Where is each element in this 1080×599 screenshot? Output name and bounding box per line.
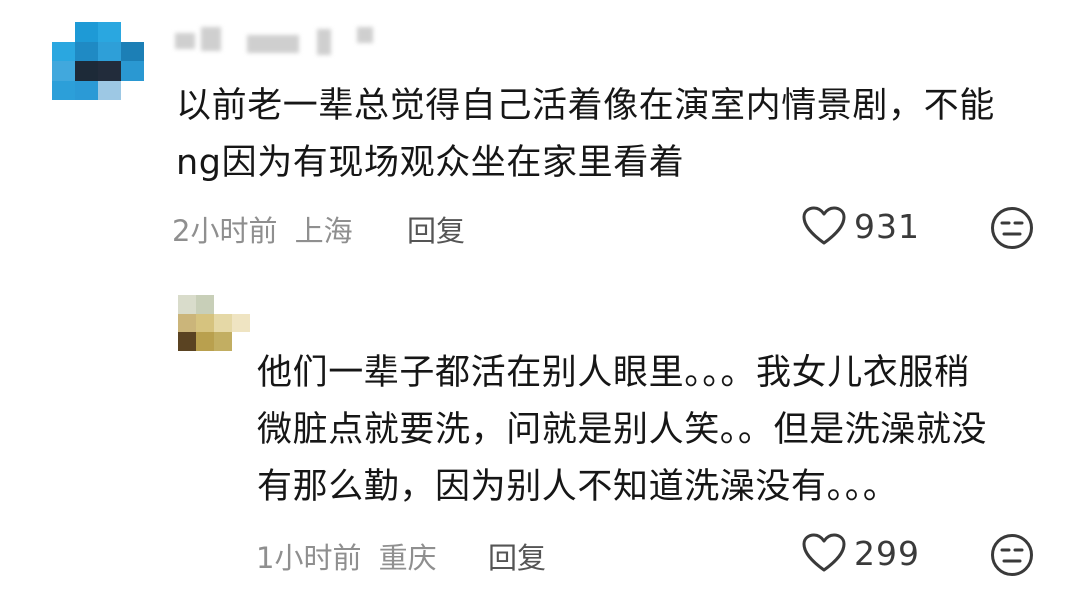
avatar[interactable]: [178, 295, 250, 351]
like-button[interactable]: 931: [802, 206, 920, 246]
dislike-button[interactable]: [990, 533, 1034, 577]
neutral-face-icon: [991, 534, 1033, 576]
comment-text: 他们一辈子都活在别人眼里。。。我女儿衣服稍 微脏点就要洗，问就是别人笑。。但是洗…: [257, 353, 988, 507]
like-count: 931: [854, 206, 920, 246]
neutral-face-icon: [991, 207, 1033, 249]
like-button[interactable]: 299: [802, 533, 920, 573]
comment-time: 2小时前: [172, 214, 278, 248]
username-blurred[interactable]: [175, 25, 395, 57]
comment-location: 重庆: [378, 541, 437, 575]
like-count: 299: [854, 533, 920, 573]
heart-outline-icon: [802, 206, 846, 245]
comment-meta: 1小时前 重庆: [256, 535, 437, 577]
comment-text: 以前老一辈总觉得自己活着像在演室内情景剧，不能 ng因为有现场观众坐在家里看着: [176, 86, 995, 183]
comment-location: 上海: [294, 214, 353, 248]
dislike-button[interactable]: [990, 206, 1034, 250]
comment-time: 1小时前: [256, 541, 362, 575]
reply-button[interactable]: 回复: [407, 208, 465, 250]
avatar[interactable]: [52, 22, 144, 100]
reply-button[interactable]: 回复: [488, 535, 546, 577]
heart-outline-icon: [802, 533, 846, 572]
comment-meta: 2小时前 上海: [172, 208, 353, 250]
